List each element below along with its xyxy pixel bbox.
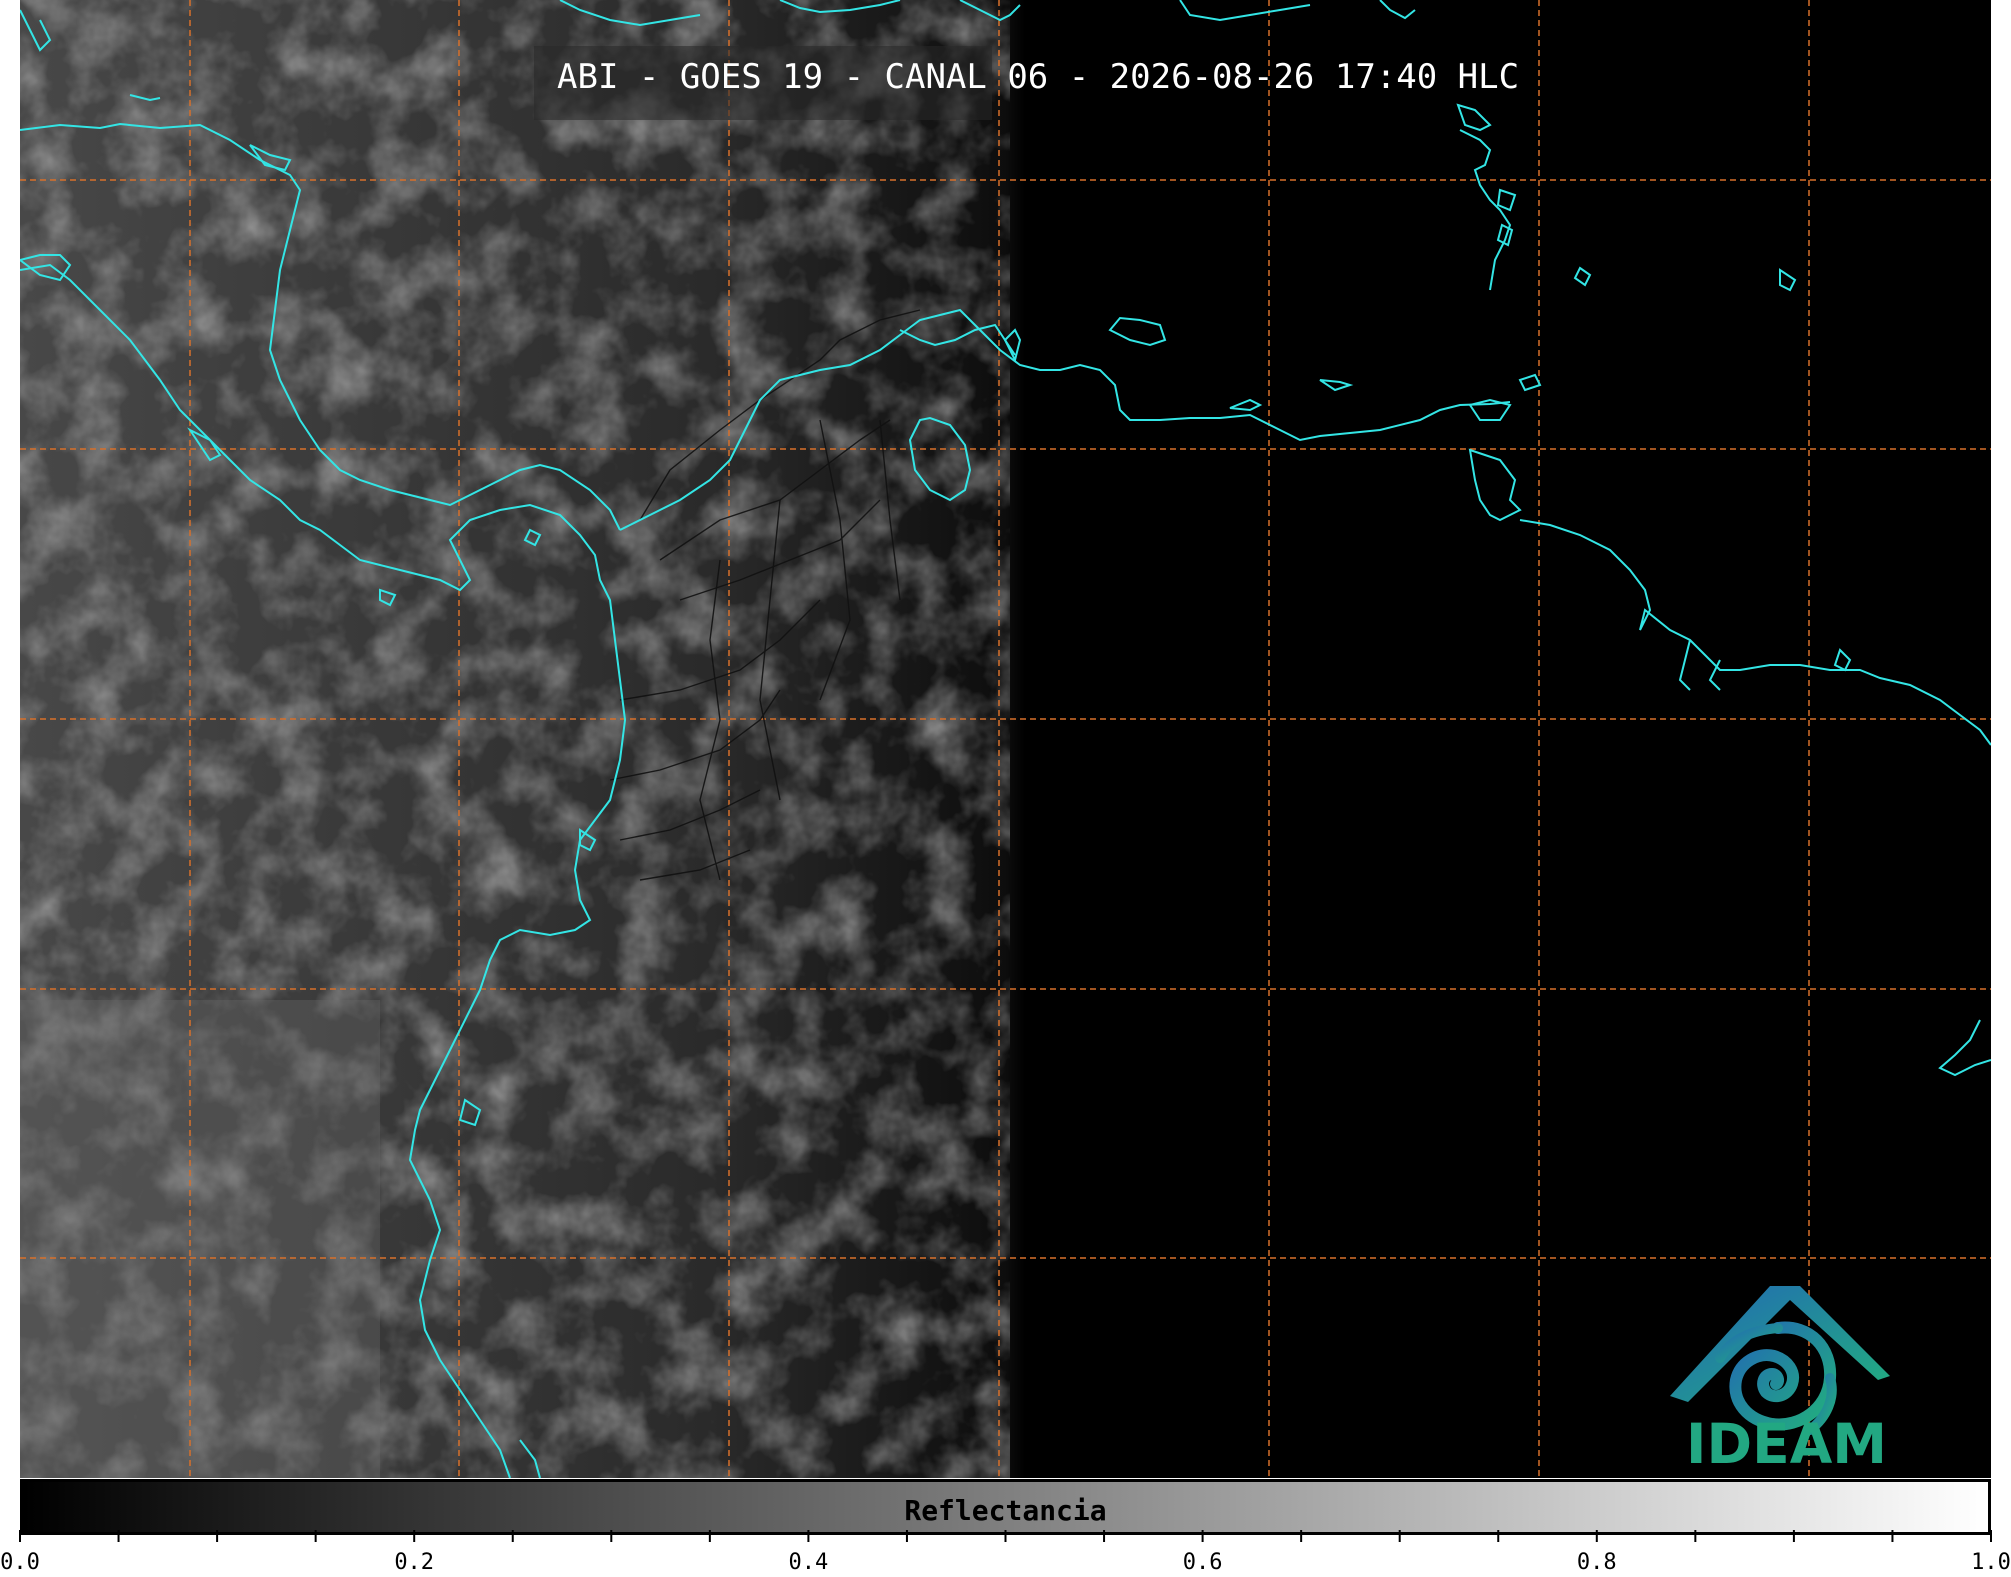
colorbar-label: Reflectancia bbox=[904, 1494, 1107, 1527]
colorbar-tick-label: 1.0 bbox=[1971, 1550, 2011, 1575]
colorbar-ticks bbox=[19, 1530, 1992, 1542]
ideam-logo-text: IDEAM bbox=[1686, 1412, 1887, 1476]
map-title: ABI - GOES 19 - CANAL 06 - 2026-08-26 17… bbox=[557, 57, 1520, 97]
colorbar-tick-label: 0.0 bbox=[0, 1550, 40, 1575]
colorbar: Reflectancia bbox=[20, 1479, 1991, 1535]
colorbar-tick-label: 0.6 bbox=[1182, 1550, 1223, 1575]
colorbar-tick-label: 0.8 bbox=[1576, 1550, 1617, 1575]
southwest-bright-area bbox=[20, 1000, 380, 1478]
colorbar-tick-label: 0.4 bbox=[788, 1550, 829, 1575]
colorbar-tick-label: 0.2 bbox=[394, 1550, 435, 1575]
